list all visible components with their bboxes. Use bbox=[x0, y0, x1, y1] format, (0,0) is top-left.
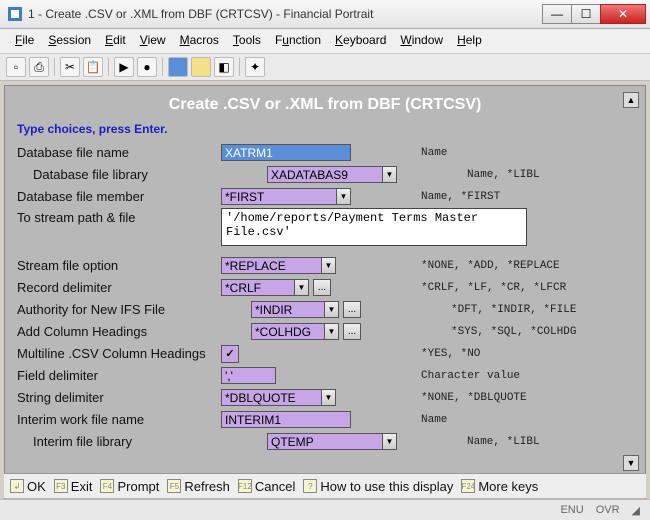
hint-stmf: *NONE, *ADD, *REPLACE bbox=[421, 260, 560, 272]
fkey-prompt[interactable]: F4Prompt bbox=[100, 479, 159, 494]
label-work: Interim work file name bbox=[17, 412, 221, 427]
menu-view[interactable]: View bbox=[133, 31, 173, 51]
input-colhdg[interactable] bbox=[251, 323, 324, 340]
dropdown-strdlm[interactable]: ▼ bbox=[321, 389, 336, 406]
tool-screen2-icon[interactable] bbox=[191, 57, 211, 77]
checkbox-mline[interactable]: ✓ bbox=[221, 345, 239, 363]
menu-function[interactable]: Function bbox=[268, 31, 328, 51]
hint-db-mbr: Name, *FIRST bbox=[421, 191, 500, 203]
label-stmf: Stream file option bbox=[17, 258, 221, 273]
menu-tools[interactable]: Tools bbox=[226, 31, 268, 51]
hint-mline: *YES, *NO bbox=[421, 348, 480, 360]
label-db-mbr: Database file member bbox=[17, 189, 221, 204]
input-db-mbr[interactable] bbox=[221, 188, 336, 205]
input-path[interactable] bbox=[221, 208, 527, 246]
toolbar: ▫ ⎙ ✂ 📋 ▶ ● ◧ ✦ bbox=[0, 54, 650, 81]
dropdown-db-mbr[interactable]: ▼ bbox=[336, 188, 351, 205]
input-rcddlm[interactable] bbox=[221, 279, 294, 296]
window-title: 1 - Create .CSV or .XML from DBF (CRTCSV… bbox=[28, 7, 543, 21]
dropdown-rcddlm[interactable]: ▼ bbox=[294, 279, 309, 296]
status-lang: ENU bbox=[560, 504, 583, 516]
hint-work: Name bbox=[421, 414, 447, 426]
menu-edit[interactable]: Edit bbox=[98, 31, 133, 51]
tool-record-icon[interactable]: ● bbox=[137, 57, 157, 77]
input-stmf[interactable] bbox=[221, 257, 321, 274]
label-db-lib: Database file library bbox=[17, 167, 237, 182]
label-path: To stream path & file bbox=[17, 208, 221, 225]
fkey-ok[interactable]: ↲OK bbox=[10, 479, 46, 494]
fkey-cancel[interactable]: F12Cancel bbox=[238, 479, 295, 494]
label-rcddlm: Record delimiter bbox=[17, 280, 221, 295]
client-area: ▲ Create .CSV or .XML from DBF (CRTCSV) … bbox=[4, 85, 646, 500]
input-work[interactable] bbox=[221, 411, 351, 428]
input-worklib[interactable] bbox=[267, 433, 382, 450]
tool-new-icon[interactable]: ▫ bbox=[6, 57, 26, 77]
hint-worklib: Name, *LIBL bbox=[467, 436, 540, 448]
status-bar: ENU OVR ◢ bbox=[0, 499, 650, 520]
maximize-button[interactable]: ☐ bbox=[571, 4, 601, 24]
hint-auth: *DFT, *INDIR, *FILE bbox=[451, 304, 576, 316]
close-button[interactable]: ✕ bbox=[600, 4, 646, 24]
menu-window[interactable]: Window bbox=[393, 31, 450, 51]
status-ovr: OVR bbox=[596, 504, 620, 516]
fkey-refresh[interactable]: F5Refresh bbox=[167, 479, 230, 494]
hint-db-lib: Name, *LIBL bbox=[467, 169, 540, 181]
tool-screen3-icon[interactable]: ◧ bbox=[214, 57, 234, 77]
status-resize-icon[interactable]: ◢ bbox=[632, 504, 640, 517]
input-db-file[interactable] bbox=[221, 144, 351, 161]
form-area: Database file name Name Database file li… bbox=[5, 142, 645, 452]
screen-heading: Create .CSV or .XML from DBF (CRTCSV) bbox=[5, 86, 645, 122]
input-db-lib[interactable] bbox=[267, 166, 382, 183]
tool-play-icon[interactable]: ▶ bbox=[114, 57, 134, 77]
browse-colhdg[interactable]: ... bbox=[343, 323, 361, 340]
window-controls: — ☐ ✕ bbox=[543, 4, 646, 24]
label-strdlm: String delimiter bbox=[17, 390, 221, 405]
app-icon bbox=[8, 7, 22, 21]
scroll-up-icon[interactable]: ▲ bbox=[623, 92, 639, 108]
label-mline: Multiline .CSV Column Headings bbox=[17, 346, 221, 361]
browse-rcddlm[interactable]: ... bbox=[313, 279, 331, 296]
minimize-button[interactable]: — bbox=[542, 4, 572, 24]
hint-colhdg: *SYS, *SQL, *COLHDG bbox=[451, 326, 576, 338]
menu-session[interactable]: Session bbox=[41, 31, 98, 51]
label-auth: Authority for New IFS File bbox=[17, 302, 221, 317]
dropdown-auth[interactable]: ▼ bbox=[324, 301, 339, 318]
input-auth[interactable] bbox=[251, 301, 324, 318]
browse-auth[interactable]: ... bbox=[343, 301, 361, 318]
tool-print-icon[interactable]: ⎙ bbox=[29, 57, 49, 77]
hint-db-file: Name bbox=[421, 147, 447, 159]
menu-macros[interactable]: Macros bbox=[173, 31, 226, 51]
tool-paste-icon[interactable]: 📋 bbox=[83, 57, 103, 77]
menubar: File Session Edit View Macros Tools Func… bbox=[0, 29, 650, 54]
tool-copy-icon[interactable]: ✂ bbox=[60, 57, 80, 77]
menu-file[interactable]: File bbox=[8, 31, 41, 51]
dropdown-stmf[interactable]: ▼ bbox=[321, 257, 336, 274]
titlebar: 1 - Create .CSV or .XML from DBF (CRTCSV… bbox=[0, 0, 650, 29]
screen-prompt: Type choices, press Enter. bbox=[5, 122, 645, 142]
label-colhdg: Add Column Headings bbox=[17, 324, 221, 339]
label-db-file: Database file name bbox=[17, 145, 221, 160]
tool-settings-icon[interactable]: ✦ bbox=[245, 57, 265, 77]
fkey-more[interactable]: F24More keys bbox=[461, 479, 538, 494]
scroll-down-icon[interactable]: ▼ bbox=[623, 455, 639, 471]
hint-flddlm: Character value bbox=[421, 370, 520, 382]
dropdown-db-lib[interactable]: ▼ bbox=[382, 166, 397, 183]
input-strdlm[interactable] bbox=[221, 389, 321, 406]
tool-screen1-icon[interactable] bbox=[168, 57, 188, 77]
menu-keyboard[interactable]: Keyboard bbox=[328, 31, 393, 51]
input-flddlm[interactable] bbox=[221, 367, 276, 384]
dropdown-worklib[interactable]: ▼ bbox=[382, 433, 397, 450]
menu-help[interactable]: Help bbox=[450, 31, 489, 51]
dropdown-colhdg[interactable]: ▼ bbox=[324, 323, 339, 340]
fkey-exit[interactable]: F3Exit bbox=[54, 479, 93, 494]
hint-rcddlm: *CRLF, *LF, *CR, *LFCR bbox=[421, 282, 566, 294]
function-key-bar: ↲OK F3Exit F4Prompt F5Refresh F12Cancel … bbox=[4, 473, 646, 498]
hint-strdlm: *NONE, *DBLQUOTE bbox=[421, 392, 527, 404]
label-flddlm: Field delimiter bbox=[17, 368, 221, 383]
label-worklib: Interim file library bbox=[17, 434, 237, 449]
fkey-howto[interactable]: ?How to use this display bbox=[303, 479, 453, 494]
